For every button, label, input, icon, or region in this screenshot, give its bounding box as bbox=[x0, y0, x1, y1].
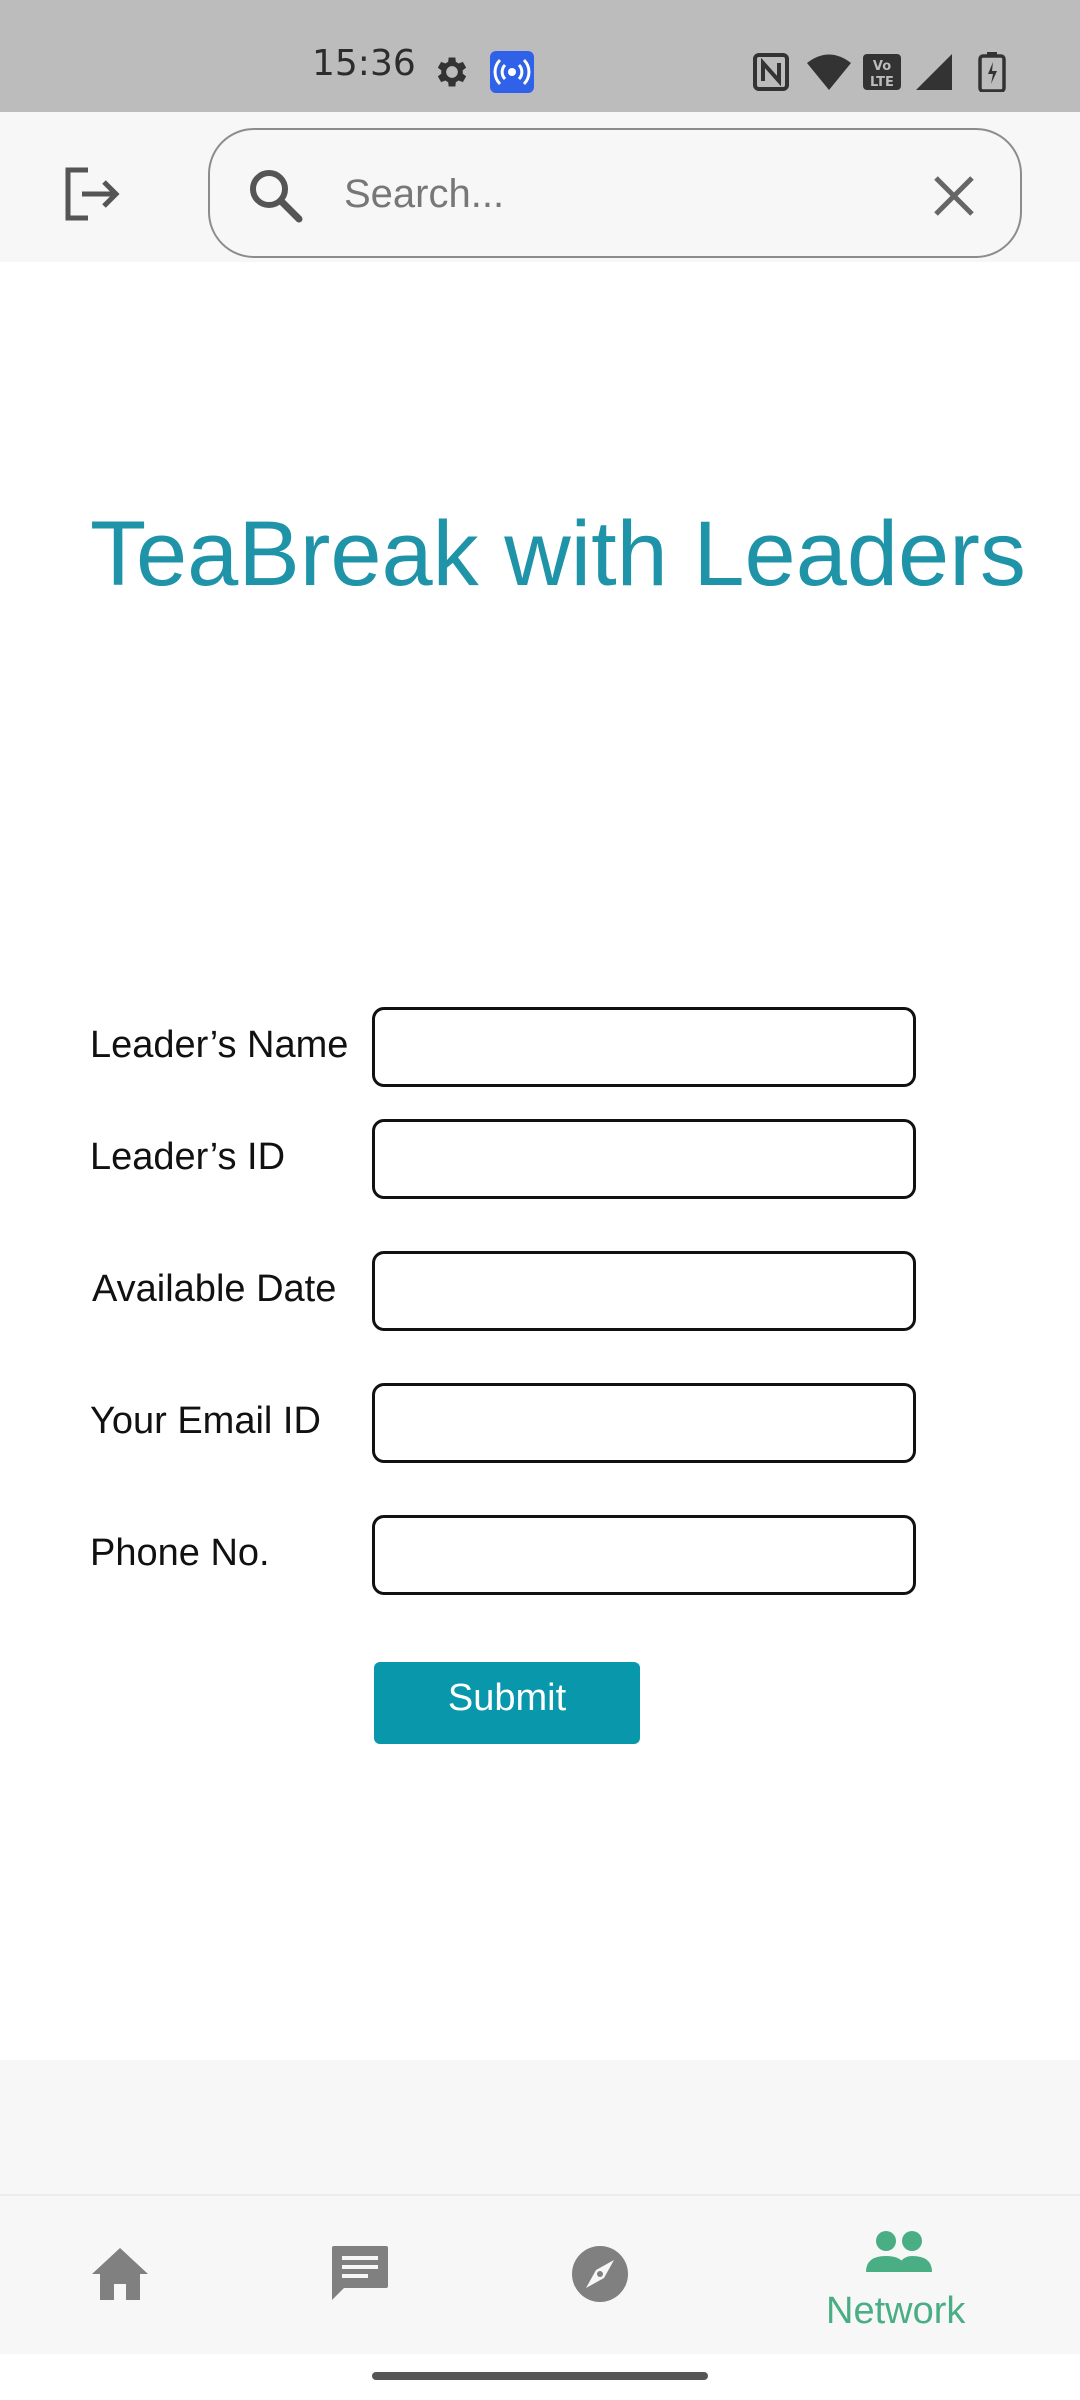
search-bar[interactable] bbox=[208, 128, 1022, 258]
status-bar: 15:36 Vo LTE bbox=[0, 0, 1080, 112]
system-nav-area bbox=[0, 2354, 1080, 2400]
available-date-label: Available Date bbox=[92, 1268, 337, 1310]
logout-icon[interactable] bbox=[62, 164, 122, 224]
gear-icon bbox=[437, 57, 467, 87]
svg-text:LTE: LTE bbox=[870, 75, 894, 90]
available-date-field[interactable] bbox=[372, 1251, 916, 1331]
nfc-icon bbox=[753, 53, 789, 91]
search-icon bbox=[250, 170, 303, 223]
battery-icon bbox=[978, 52, 1006, 92]
home-indicator[interactable] bbox=[372, 2372, 708, 2380]
wifi-icon bbox=[807, 54, 851, 90]
leader-id-field[interactable] bbox=[372, 1119, 916, 1199]
nav-label-network: Network bbox=[826, 2290, 966, 2332]
nav-item-messages[interactable] bbox=[300, 2196, 420, 2356]
hotspot-icon bbox=[490, 51, 534, 93]
leader-id-label: Leader’s ID bbox=[90, 1136, 286, 1178]
compass-icon bbox=[572, 2246, 628, 2302]
leader-name-label: Leader’s Name bbox=[90, 1024, 349, 1066]
email-label: Your Email ID bbox=[90, 1400, 321, 1442]
chat-icon bbox=[332, 2246, 388, 2300]
nav-item-network[interactable]: Network bbox=[800, 2196, 1000, 2356]
app-header bbox=[0, 112, 1080, 262]
content-footer-band bbox=[0, 2060, 1080, 2194]
search-input[interactable] bbox=[342, 158, 906, 230]
status-time: 15:36 bbox=[312, 43, 416, 84]
submit-button[interactable]: Submit bbox=[374, 1662, 640, 1744]
volte-icon: Vo LTE bbox=[863, 54, 901, 90]
phone-field[interactable] bbox=[372, 1515, 916, 1595]
nav-item-explore[interactable] bbox=[540, 2196, 660, 2356]
signal-icon bbox=[916, 54, 952, 90]
leader-name-field[interactable] bbox=[372, 1007, 916, 1087]
email-field[interactable] bbox=[372, 1383, 916, 1463]
svg-text:Vo: Vo bbox=[873, 59, 891, 74]
people-icon bbox=[866, 2231, 932, 2272]
page-title: TeaBreak with Leaders bbox=[90, 503, 1026, 605]
phone-label: Phone No. bbox=[90, 1532, 270, 1574]
close-icon[interactable] bbox=[932, 174, 976, 218]
home-icon bbox=[92, 2248, 148, 2300]
nav-item-home[interactable] bbox=[60, 2196, 180, 2356]
bottom-nav: Network bbox=[0, 2194, 1080, 2354]
